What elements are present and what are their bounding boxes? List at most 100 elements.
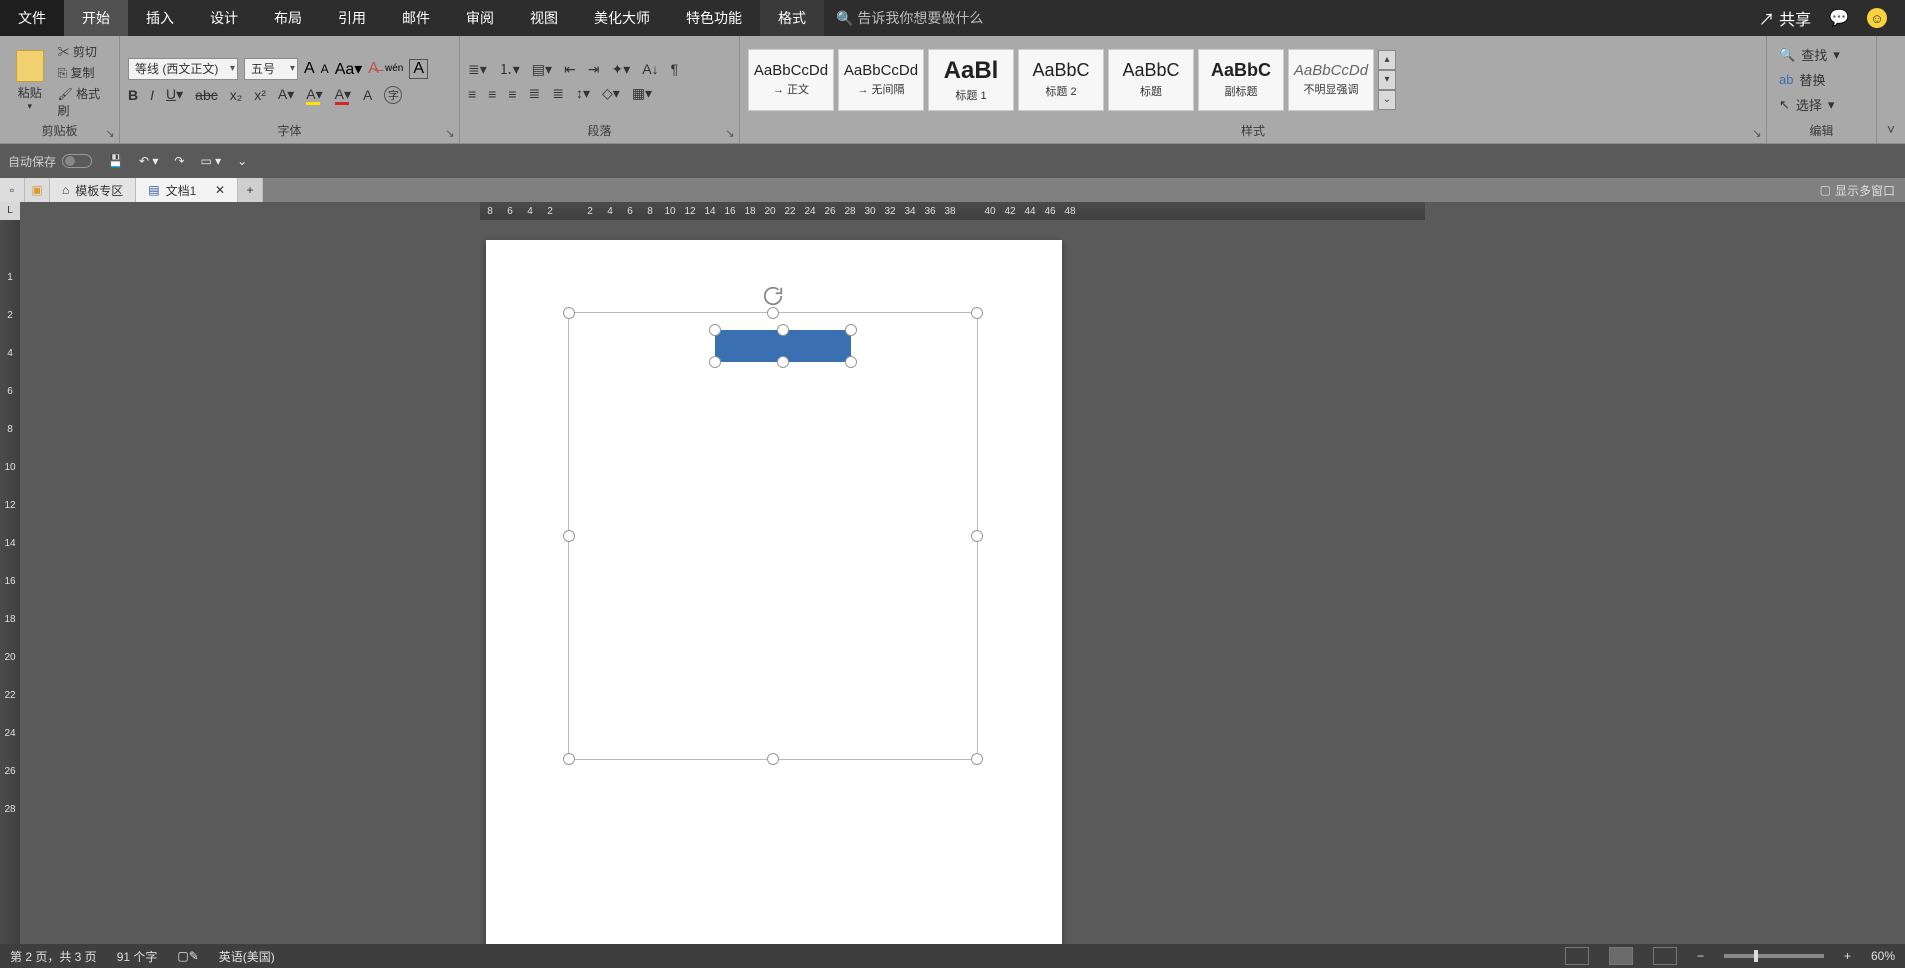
font-size-combo[interactable]: 五号	[244, 58, 298, 80]
menu-tab-design[interactable]: 设计	[192, 0, 256, 36]
cut-button[interactable]: ✂ 剪切	[58, 43, 106, 60]
shading-icon[interactable]: ◇▾	[602, 85, 620, 102]
circle-enclose-icon[interactable]: 字	[384, 86, 402, 104]
multi-window-button[interactable]: ▢ 显示多窗口	[1810, 178, 1905, 202]
status-page[interactable]: 第 2 页，共 3 页	[10, 948, 97, 965]
shape-handle-se[interactable]	[845, 356, 857, 368]
text-direction-icon[interactable]: ✦▾	[612, 61, 631, 78]
phonetic-guide-icon[interactable]: wén	[385, 63, 403, 74]
autosave-toggle[interactable]: 自动保存	[8, 153, 92, 170]
save-icon[interactable]: 💾	[108, 154, 123, 168]
canvas-handle-n[interactable]	[767, 307, 779, 319]
bullets-icon[interactable]: ≣▾	[468, 61, 487, 78]
canvas-handle-nw[interactable]	[563, 307, 575, 319]
style-no-spacing[interactable]: AaBbCcDd → 无间隔	[838, 49, 924, 111]
shape-handle-sw[interactable]	[709, 356, 721, 368]
tab-document1[interactable]: ▤ 文档1 ✕	[136, 178, 238, 202]
clear-format-icon[interactable]: A̶	[368, 60, 379, 78]
view-read-icon[interactable]	[1565, 947, 1589, 965]
canvas-handle-e[interactable]	[971, 530, 983, 542]
style-subtitle[interactable]: AaBbC 副标题	[1198, 49, 1284, 111]
align-center-icon[interactable]: ≡	[488, 86, 496, 102]
undo-icon[interactable]: ↶ ▾	[139, 154, 158, 168]
menu-tab-review[interactable]: 审阅	[448, 0, 512, 36]
view-print-icon[interactable]	[1609, 947, 1633, 965]
select-button[interactable]: ↖选择 ▾	[1779, 95, 1840, 114]
menu-tab-home[interactable]: 开始	[64, 0, 128, 36]
decrease-indent-icon[interactable]: ⇤	[564, 61, 576, 78]
shrink-font-icon[interactable]: A	[321, 62, 329, 76]
font-dialog-launcher[interactable]: ↘	[443, 127, 457, 141]
styles-gallery[interactable]: AaBbCcDd → 正文 AaBbCcDd → 无间隔 AaBl 标题 1 A…	[744, 45, 1400, 115]
canvas-handle-ne[interactable]	[971, 307, 983, 319]
menu-tab-references[interactable]: 引用	[320, 0, 384, 36]
open-folder-icon[interactable]: ▣	[25, 178, 50, 202]
style-title[interactable]: AaBbC 标题	[1108, 49, 1194, 111]
strikethrough-button[interactable]: abc	[195, 87, 218, 103]
canvas-handle-w[interactable]	[563, 530, 575, 542]
numbering-icon[interactable]: ⒈▾	[499, 59, 520, 79]
zoom-out-button[interactable]: −	[1697, 949, 1704, 963]
shape-handle-s[interactable]	[777, 356, 789, 368]
format-painter-button[interactable]: 🖌 格式刷	[58, 85, 106, 119]
multilevel-list-icon[interactable]: ▤▾	[532, 61, 552, 78]
style-heading1[interactable]: AaBl 标题 1	[928, 49, 1014, 111]
add-tab-icon[interactable]: +	[238, 178, 263, 202]
canvas-handle-sw[interactable]	[563, 753, 575, 765]
gallery-more-icon[interactable]: ⌄	[1378, 90, 1396, 110]
borders-icon[interactable]: ▦▾	[632, 85, 652, 102]
grow-font-icon[interactable]: A	[304, 60, 315, 78]
status-wordcount[interactable]: 91 个字	[117, 948, 158, 965]
shape-handle-ne[interactable]	[845, 324, 857, 336]
shape-rectangle-selection[interactable]	[715, 330, 851, 362]
new-doc-icon[interactable]: ▫	[0, 178, 25, 202]
increase-indent-icon[interactable]: ⇥	[588, 61, 600, 78]
collapse-ribbon-icon[interactable]: ˅	[1877, 36, 1905, 143]
canvas-handle-s[interactable]	[767, 753, 779, 765]
replace-button[interactable]: ab替换	[1779, 70, 1840, 89]
new-blank-icon[interactable]: ▭ ▾	[200, 154, 221, 168]
char-border-icon[interactable]: A	[409, 59, 428, 79]
view-web-icon[interactable]	[1653, 947, 1677, 965]
distribute-icon[interactable]: ≣	[552, 85, 564, 102]
share-button[interactable]: ↗ 共享	[1759, 6, 1811, 30]
tell-me-search[interactable]: 🔍 告诉我你想要做什么	[824, 0, 995, 36]
user-smile-icon[interactable]: ☺	[1867, 8, 1887, 28]
menu-tab-view[interactable]: 视图	[512, 0, 576, 36]
font-color-icon[interactable]: A▾	[335, 86, 351, 103]
paragraph-dialog-launcher[interactable]: ↘	[723, 127, 737, 141]
clipboard-dialog-launcher[interactable]: ↘	[103, 127, 117, 141]
italic-button[interactable]: I	[150, 87, 154, 103]
gallery-down-icon[interactable]: ▾	[1378, 70, 1396, 90]
underline-button[interactable]: U▾	[166, 86, 183, 103]
comments-icon[interactable]: 💬	[1829, 8, 1849, 28]
menu-tab-layout[interactable]: 布局	[256, 0, 320, 36]
shape-handle-nw[interactable]	[709, 324, 721, 336]
style-heading2[interactable]: AaBbC 标题 2	[1018, 49, 1104, 111]
status-language[interactable]: 英语(美国)	[219, 948, 275, 965]
horizontal-ruler[interactable]: 8642246810121416182022242628303234363840…	[480, 202, 1425, 220]
qat-customize-icon[interactable]: ⌄	[237, 154, 247, 168]
redo-icon[interactable]: ↷	[174, 154, 184, 168]
superscript-button[interactable]: x²	[254, 87, 266, 103]
menu-tab-insert[interactable]: 插入	[128, 0, 192, 36]
menu-tab-file[interactable]: 文件	[0, 0, 64, 36]
sort-icon[interactable]: A↓	[642, 61, 658, 77]
menu-tab-mail[interactable]: 邮件	[384, 0, 448, 36]
line-spacing-icon[interactable]: ↕▾	[576, 85, 590, 102]
tab-templates[interactable]: ⌂ 模板专区	[50, 178, 136, 202]
justify-icon[interactable]: ≣	[529, 85, 541, 102]
paste-button[interactable]: 粘贴 ▾	[8, 50, 52, 112]
zoom-level[interactable]: 60%	[1871, 949, 1895, 963]
align-left-icon[interactable]: ≡	[468, 86, 476, 102]
style-normal[interactable]: AaBbCcDd → 正文	[748, 49, 834, 111]
show-marks-icon[interactable]: ¶	[671, 61, 679, 77]
highlight-icon[interactable]: A▾	[306, 86, 322, 103]
menu-tab-beautify[interactable]: 美化大师	[576, 0, 668, 36]
change-case-icon[interactable]: Aa▾	[335, 59, 363, 79]
zoom-in-button[interactable]: +	[1844, 949, 1851, 963]
canvas-handle-se[interactable]	[971, 753, 983, 765]
drawing-canvas-selection[interactable]	[568, 312, 978, 760]
subscript-button[interactable]: x₂	[230, 87, 242, 103]
bold-button[interactable]: B	[128, 87, 138, 103]
